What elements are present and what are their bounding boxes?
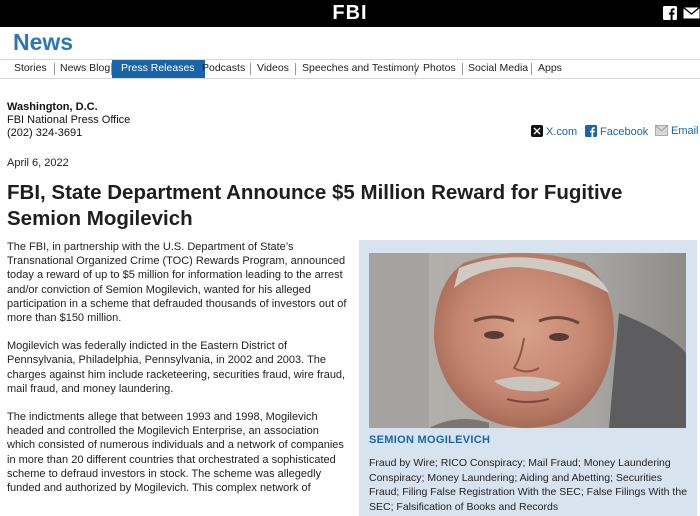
nav-apps[interactable]: Apps <box>533 60 567 78</box>
fbi-logo[interactable]: FBI <box>0 2 700 25</box>
share-email-label: Email <box>671 125 699 137</box>
nav-videos[interactable]: Videos <box>252 60 294 78</box>
article-body: The FBI, in partnership with the U.S. De… <box>7 240 347 509</box>
article-date: April 6, 2022 <box>7 157 69 169</box>
fugitive-name[interactable]: SEMION MOGILEVICH <box>369 434 490 446</box>
email-icon[interactable] <box>683 6 700 20</box>
nav-social-media[interactable]: Social Media <box>463 60 533 78</box>
facebook-icon[interactable] <box>663 6 677 20</box>
phone-number: (202) 324-3691 <box>7 127 83 139</box>
location: Washington, D.C. <box>7 101 98 113</box>
nav-divider <box>531 63 532 75</box>
share-x-label: X.com <box>546 126 578 138</box>
share-x-link[interactable]: X.com <box>531 125 577 138</box>
page-title[interactable]: News <box>13 29 73 56</box>
fugitive-charges: Fraud by Wire; RICO Conspiracy; Mail Fra… <box>369 457 688 513</box>
article-paragraph: The indictments allege that between 1993… <box>7 411 344 495</box>
article-paragraph: The FBI, in partnership with the U.S. De… <box>7 241 347 325</box>
x-icon <box>531 125 543 137</box>
fugitive-photo[interactable] <box>369 253 686 428</box>
nav-press-releases[interactable]: Press Releases <box>112 60 205 78</box>
top-bar: FBI <box>0 0 700 27</box>
article-headline: FBI, State Department Announce $5 Millio… <box>7 181 623 230</box>
share-facebook-link[interactable]: Facebook <box>585 125 648 138</box>
article-paragraph: Mogilevich was federally indicted in the… <box>7 340 346 395</box>
nav-podcasts[interactable]: Podcasts <box>197 60 250 78</box>
nav-divider <box>415 63 416 75</box>
nav-stories[interactable]: Stories <box>9 60 52 78</box>
press-office: FBI National Press Office <box>7 114 131 126</box>
nav-news-blog[interactable]: News Blog <box>55 60 115 78</box>
share-facebook-label: Facebook <box>600 126 649 138</box>
email-icon <box>655 125 668 136</box>
nav-divider <box>295 63 296 75</box>
facebook-icon <box>585 125 597 137</box>
nav-speeches[interactable]: Speeches and Testimony <box>297 60 424 78</box>
nav-divider <box>250 63 251 75</box>
portrait-image <box>369 253 686 428</box>
nav-photos[interactable]: Photos <box>418 60 461 78</box>
news-nav: Stories News Blog Press Releases Podcast… <box>0 59 700 79</box>
share-email-link[interactable]: Email <box>655 125 699 137</box>
